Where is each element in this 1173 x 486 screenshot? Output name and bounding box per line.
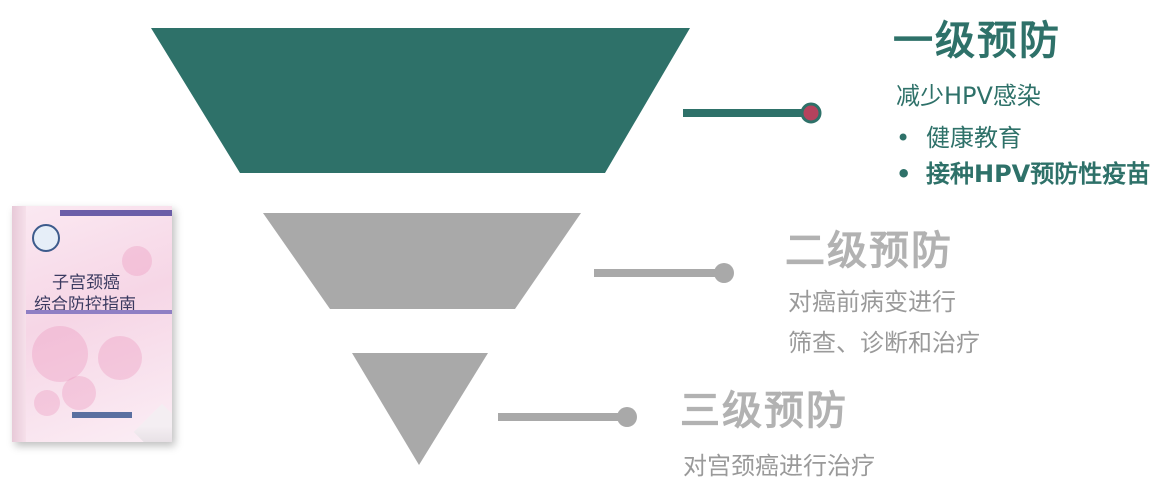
bullet-text: 接种HPV预防性疫苗 xyxy=(926,160,1151,188)
funnel-level-2 xyxy=(263,213,581,309)
level-3-title: 三级预防 xyxy=(680,388,848,434)
book-emblem-icon xyxy=(32,224,60,252)
book-spine xyxy=(12,206,26,442)
level-1-title: 一级预防 xyxy=(893,18,1061,64)
book-page-curl xyxy=(133,403,172,442)
bullet-icon: • xyxy=(896,124,911,152)
funnel-level-1 xyxy=(151,28,690,173)
level-2-description-line: 筛查、诊断和治疗 xyxy=(788,329,980,357)
level-1-description: 减少HPV感染 xyxy=(896,82,1041,110)
book-band xyxy=(60,210,172,216)
funnel-level-3 xyxy=(352,353,488,465)
connector-dot-level-1 xyxy=(800,102,822,124)
level-1-bullet-item: • 健康教育 xyxy=(896,118,1022,153)
level-2-description-line: 对癌前病变进行 xyxy=(788,288,956,316)
connector-dot-level-2 xyxy=(714,263,734,283)
prevention-funnel-diagram xyxy=(151,28,822,465)
level-2-title: 二级预防 xyxy=(785,228,953,274)
book-decoration xyxy=(98,336,142,380)
level-1-bullet-item: • 接种HPV预防性疫苗 xyxy=(896,154,1150,189)
book-divider xyxy=(26,310,172,314)
level-3-description-line: 对宫颈癌进行治疗 xyxy=(683,452,875,480)
book-publisher-mark xyxy=(72,412,132,418)
book-decoration xyxy=(122,246,152,276)
book-decoration xyxy=(62,376,96,410)
bullet-text: 健康教育 xyxy=(926,124,1022,152)
bullet-icon: • xyxy=(896,160,912,188)
book-decoration xyxy=(32,326,88,382)
book-decoration xyxy=(34,390,60,416)
guide-book-cover: 子宫颈癌 综合防控指南 xyxy=(12,206,172,442)
connector-dot-level-3 xyxy=(617,407,637,427)
